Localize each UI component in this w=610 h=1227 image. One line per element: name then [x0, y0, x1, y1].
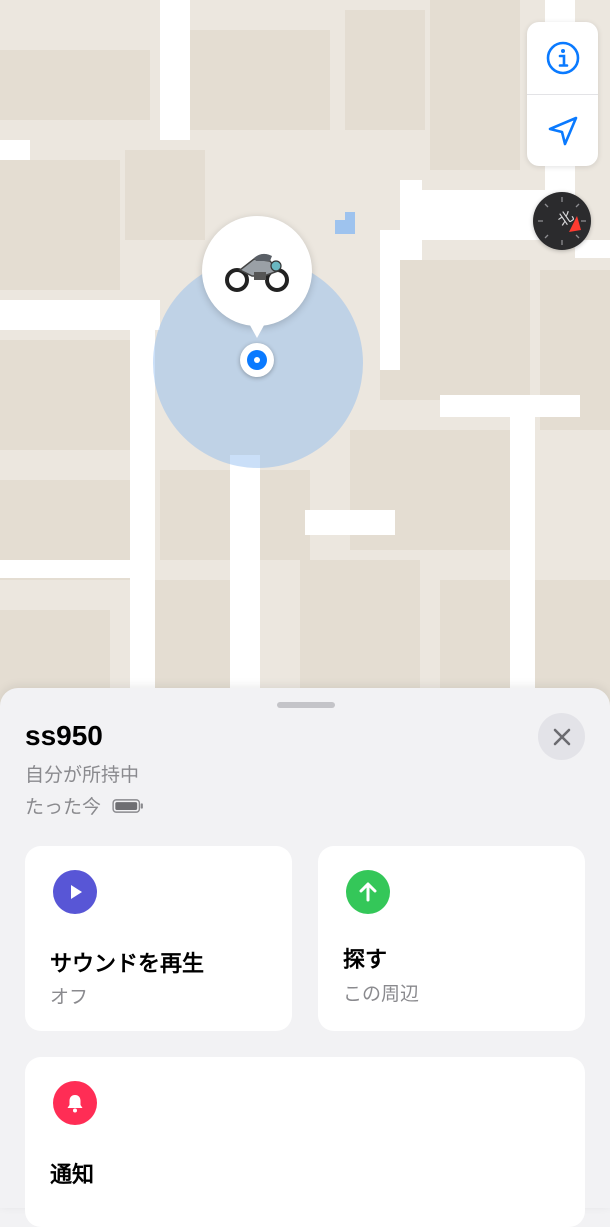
location-arrow-icon [548, 116, 577, 145]
bell-icon [53, 1081, 97, 1125]
sheet-grabber[interactable] [277, 702, 335, 708]
map-controls [527, 22, 598, 166]
find-label: 探す [343, 948, 388, 973]
compass-icon: 北 [538, 197, 586, 245]
device-pin[interactable] [202, 216, 312, 326]
arrow-up-icon [346, 870, 390, 914]
play-sound-status: オフ [50, 986, 89, 1008]
last-seen-row: たった今 [25, 792, 145, 819]
device-location-dot [240, 343, 274, 377]
play-sound-label: サウンドを再生 [50, 952, 205, 977]
last-seen-time: たった今 [25, 796, 102, 818]
compass-button[interactable]: 北 [533, 192, 591, 250]
map-view[interactable]: 北 [0, 0, 610, 720]
battery-icon [112, 798, 143, 813]
current-location-button[interactable] [527, 94, 598, 166]
item-detail-sheet: ss950 自分が所持中 たった今 サウンドを再生 オフ 探す この周辺 通知 [0, 688, 610, 1227]
info-button[interactable] [527, 22, 598, 94]
ownership-status: 自分が所持中 [25, 764, 140, 786]
close-button[interactable] [538, 713, 585, 760]
find-status: この周辺 [343, 983, 420, 1005]
notifications-card[interactable]: 通知 [25, 1057, 585, 1227]
motorcycle-icon [225, 253, 289, 292]
notifications-label: 通知 [50, 1163, 95, 1188]
find-card[interactable]: 探す この周辺 [318, 846, 585, 1031]
device-pin-tail [246, 318, 268, 338]
play-sound-card[interactable]: サウンドを再生 オフ [25, 846, 292, 1031]
close-icon [553, 728, 570, 745]
item-title: ss950 [25, 720, 103, 751]
info-icon [546, 41, 579, 75]
play-icon [53, 870, 97, 914]
